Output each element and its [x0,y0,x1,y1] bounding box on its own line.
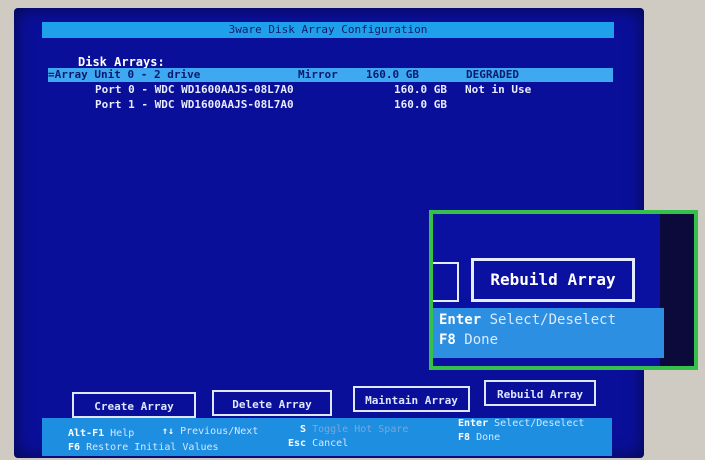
restore-hint: F6 Restore Initial Values [68,442,219,454]
zoom-callout: Rebuild Array Enter Select/Deselect F8 D… [429,210,698,370]
zoom-done-hint: F8 Done [439,332,498,348]
alt-f1-text: Help [110,428,135,439]
zoom-f8-key: F8 [439,332,456,348]
zoom-f8-text: Done [464,332,499,348]
arrows-key: ↑↓ [162,426,175,437]
port-size: 160.0 GB [394,83,447,96]
space-text: Toggle Hot Spare [312,424,409,435]
f6-key: F6 [68,442,81,453]
rebuild-array-button[interactable]: Rebuild Array [484,380,596,406]
delete-array-button[interactable]: Delete Array [212,390,332,416]
zoom-maintain-button-edge [433,262,459,302]
zoom-enter-text: Select/Deselect [489,312,617,328]
space-key: S [300,424,307,435]
port-label: Port 0 - WDC WD1600AAJS-08L7A0 [95,83,294,96]
zoom-enter-hint: Enter Select/Deselect [439,312,616,328]
esc-text: Cancel [312,438,349,449]
port-size: 160.0 GB [394,98,447,111]
esc-key: Esc [288,438,307,449]
zoom-rebuild-array-button[interactable]: Rebuild Array [471,258,635,302]
enter-hint: Enter Select/Deselect [458,418,584,430]
f6-text: Restore Initial Values [86,442,219,453]
enter-key: Enter [458,418,489,429]
arrows-text: Previous/Next [180,426,259,437]
zoom-footer: Enter Select/Deselect F8 Done [433,308,664,358]
port-row[interactable]: Port 0 - WDC WD1600AAJS-08L7A0 160.0 GB … [48,83,613,97]
maintain-array-button[interactable]: Maintain Array [353,386,470,412]
zoom-shadow [660,214,694,366]
alt-f1-key: Alt-F1 [68,428,105,439]
zoom-enter-key: Enter [439,312,482,328]
help-footer: Alt-F1 Help ↑↓ Previous/Next S Toggle Ho… [42,418,612,456]
port-status: Not in Use [465,83,532,96]
array-row[interactable]: =Array Unit 0 - 2 drive Mirror 160.0 GB … [48,68,613,82]
f8-key: F8 [458,432,471,443]
array-size: 160.0 GB [366,68,419,81]
create-array-button[interactable]: Create Array [72,392,196,418]
port-label: Port 1 - WDC WD1600AAJS-08L7A0 [95,98,294,111]
array-status: DEGRADED [466,68,519,81]
f8-text: Done [476,432,501,443]
done-hint: F8 Done [458,432,500,444]
port-row[interactable]: Port 1 - WDC WD1600AAJS-08L7A0 160.0 GB [48,98,613,112]
array-type: Mirror [298,68,338,81]
array-label: =Array Unit 0 - 2 drive [48,68,201,81]
help-hint: Alt-F1 Help [68,428,134,440]
hot-spare-hint: S Toggle Hot Spare [300,424,408,436]
enter-text: Select/Deselect [494,418,585,429]
window-title: 3ware Disk Array Configuration [42,22,614,38]
prev-next-hint: ↑↓ Previous/Next [162,426,258,438]
cancel-hint: Esc Cancel [288,438,348,450]
disk-arrays-label: Disk Arrays: [78,55,165,69]
